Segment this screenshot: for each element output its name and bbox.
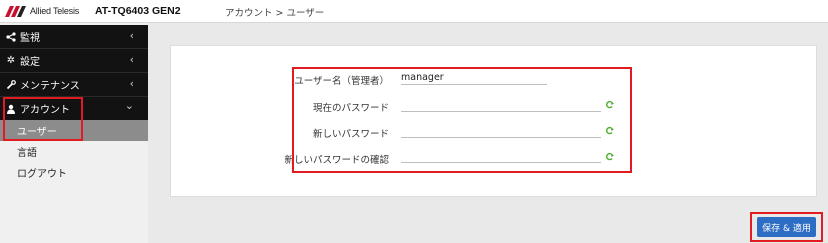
sidebar-item-settings[interactable]: ✲ 設定 ‹ xyxy=(0,49,148,73)
top-header: Allied Telesis AT-TQ6403 GEN2 アカウント > ユー… xyxy=(0,0,828,23)
current-password-field[interactable] xyxy=(401,98,601,112)
sidebar-item-label: メンテナンス xyxy=(20,81,80,92)
allied-telesis-logo-icon xyxy=(5,5,26,17)
save-apply-button[interactable]: 保存 & 適用 xyxy=(757,217,816,237)
device-model: AT-TQ6403 GEN2 xyxy=(95,5,181,17)
show-password-icon[interactable] xyxy=(605,126,614,135)
username-label: ユーザー名（管理者） xyxy=(294,76,389,87)
wrench-icon xyxy=(5,79,17,90)
username-field[interactable] xyxy=(401,71,547,85)
chevron-down-icon: ⌄ xyxy=(124,99,134,112)
sidebar-subitem-user[interactable]: ユーザー xyxy=(0,120,148,141)
confirm-password-label: 新しいパスワードの確認 xyxy=(284,155,389,166)
sidebar-item-label: 監視 xyxy=(20,33,40,44)
sidebar-item-label: アカウント xyxy=(20,105,70,116)
chevron-left-icon: ‹ xyxy=(129,29,134,42)
gear-icon: ✲ xyxy=(6,55,16,66)
sidebar-item-account[interactable]: アカウント ⌄ xyxy=(0,97,148,121)
show-password-icon[interactable] xyxy=(605,152,614,161)
brand-name: Allied Telesis xyxy=(30,6,80,16)
sidebar-item-monitor[interactable]: 監視 ‹ xyxy=(0,25,148,49)
chevron-left-icon: ‹ xyxy=(129,53,134,66)
brand-logo: Allied Telesis xyxy=(5,5,79,17)
sidebar-item-label: 設定 xyxy=(20,57,40,68)
user-icon xyxy=(5,104,17,114)
breadcrumb: アカウント > ユーザー xyxy=(225,8,325,19)
show-password-icon[interactable] xyxy=(605,100,614,109)
confirm-password-field[interactable] xyxy=(401,149,601,163)
share-icon xyxy=(5,31,17,42)
content-panel xyxy=(170,45,817,197)
chevron-left-icon: ‹ xyxy=(129,77,134,90)
new-password-label: 新しいパスワード xyxy=(312,129,389,140)
sidebar-item-maintenance[interactable]: メンテナンス ‹ xyxy=(0,73,148,97)
new-password-field[interactable] xyxy=(401,124,601,138)
sidebar-subitem-logout[interactable]: ログアウト xyxy=(0,162,148,183)
current-password-label: 現在のパスワード xyxy=(312,103,389,114)
sidebar-subitem-language[interactable]: 言語 xyxy=(0,141,148,162)
